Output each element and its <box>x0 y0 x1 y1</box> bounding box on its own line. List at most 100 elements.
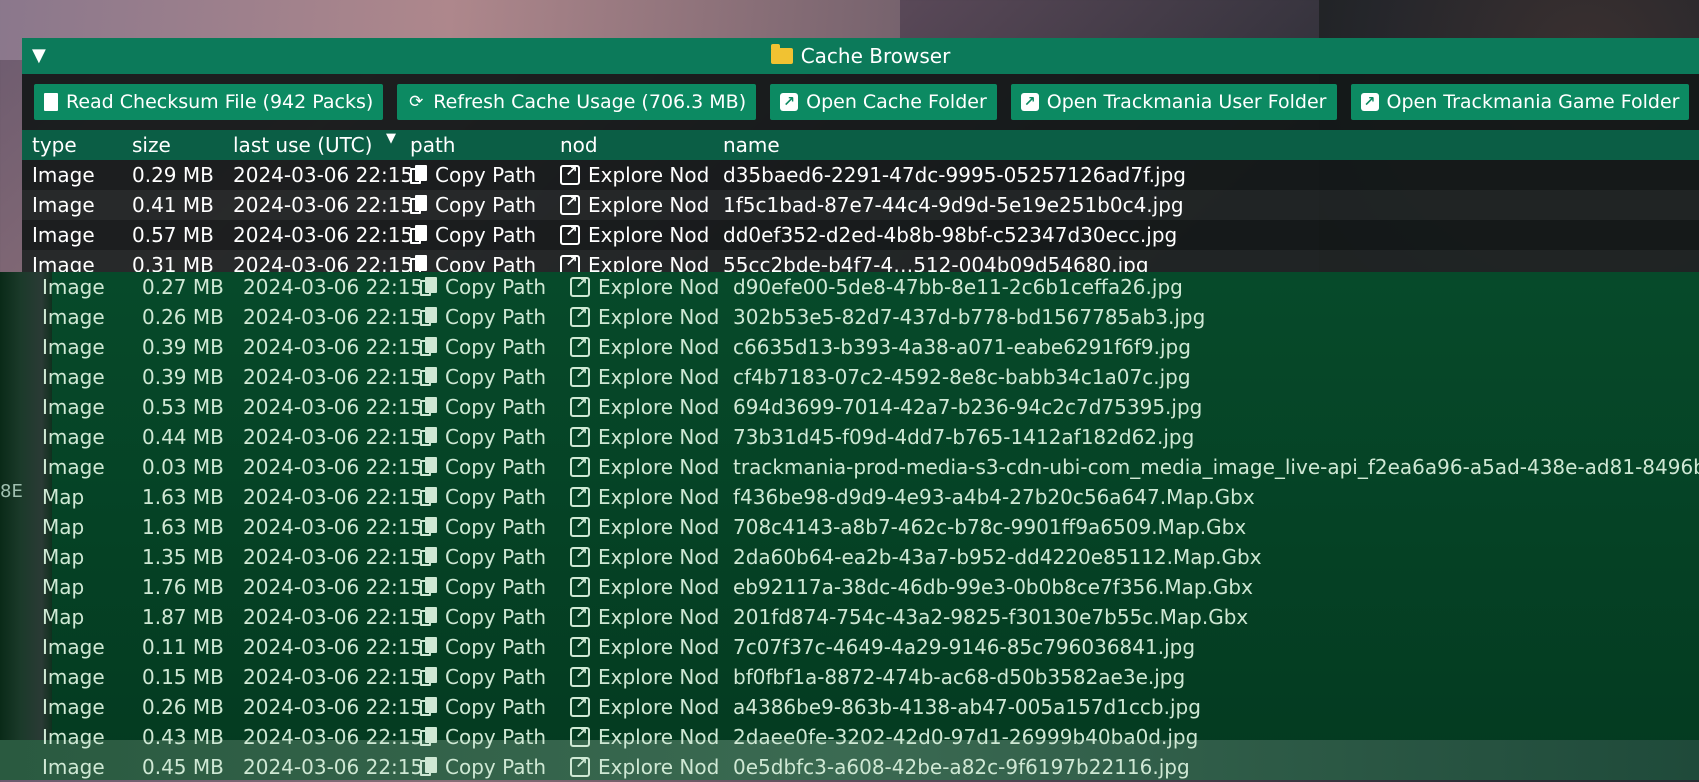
copy-path-button[interactable]: Copy Path <box>420 275 546 299</box>
explore-nod-button[interactable]: Explore Nod <box>570 304 720 329</box>
explore-nod-button[interactable]: Explore Nod <box>560 222 710 247</box>
cell-last-use: 2024-03-06 22:15 <box>243 635 424 659</box>
copy-icon <box>420 607 437 627</box>
external-link-icon <box>570 484 590 507</box>
copy-path-button[interactable]: Copy Path <box>410 163 536 187</box>
copy-path-button[interactable]: Copy Path <box>410 223 536 247</box>
explore-nod-button[interactable]: Explore Nod <box>570 664 720 689</box>
cell-name: trackmania-prod-media-s3-cdn-ubi-com_med… <box>733 455 1699 479</box>
copy-path-button[interactable]: Copy Path <box>420 665 546 689</box>
copy-path-button[interactable]: Copy Path <box>420 635 546 659</box>
explore-nod-label: Explore Nod <box>598 305 720 329</box>
copy-path-button[interactable]: Copy Path <box>420 395 546 419</box>
explore-nod-label: Explore Nod <box>598 605 720 629</box>
column-header-last-use[interactable]: last use (UTC) <box>233 133 372 157</box>
copy-path-button[interactable]: Copy Path <box>420 455 546 479</box>
cell-last-use: 2024-03-06 22:15 <box>243 395 424 419</box>
explore-nod-button[interactable]: Explore Nod <box>570 544 719 569</box>
explore-nod-button[interactable]: Explore Nod <box>570 754 719 779</box>
cell-type: Image <box>42 395 105 419</box>
external-link-icon <box>570 754 590 777</box>
table-row: Image 0.26 MB 2024-03-06 22:15 Copy Path Exp… <box>32 692 1699 722</box>
copy-path-button[interactable]: Copy Path <box>420 755 546 779</box>
cell-type: Image <box>42 695 105 719</box>
toolbar: Read Checksum File (942 Packs) ⟳ Refresh… <box>22 74 1699 126</box>
cell-type: Image <box>32 193 95 217</box>
read-checksum-button[interactable]: Read Checksum File (942 Packs) <box>34 84 384 120</box>
copy-icon <box>420 547 437 567</box>
table-row: Image 0.29 MB 2024-03-06 22:15 Copy Path Exp… <box>22 160 1699 190</box>
copy-path-button[interactable]: Copy Path <box>420 335 546 359</box>
explore-nod-button[interactable]: Explore Nod <box>570 694 719 719</box>
explore-nod-label: Explore Nod <box>598 665 720 689</box>
explore-nod-button[interactable]: Explore Nod <box>560 192 710 217</box>
explore-nod-button[interactable]: Explore Nod <box>560 162 710 187</box>
folder-icon <box>770 44 793 64</box>
open-user-folder-button[interactable]: ↗ Open Trackmania User Folder <box>1010 84 1337 120</box>
copy-icon <box>420 397 437 417</box>
copy-path-button[interactable]: Copy Path <box>420 725 546 749</box>
explore-nod-label: Explore Nod <box>588 223 710 247</box>
explore-nod-button[interactable]: Explore Nod <box>570 364 720 389</box>
open-cache-folder-button[interactable]: ↗ Open Cache Folder <box>770 84 997 120</box>
cell-last-use: 2024-03-06 22:15 <box>243 695 424 719</box>
cell-size: 1.63 MB <box>142 485 224 509</box>
external-link-icon <box>570 394 590 417</box>
copy-path-button[interactable]: Copy Path <box>420 425 546 449</box>
explore-nod-label: Explore Nod <box>588 163 710 187</box>
column-header-nod[interactable]: nod <box>560 133 598 157</box>
explore-nod-button[interactable]: Explore Nod <box>570 574 719 599</box>
copy-path-button[interactable]: Copy Path <box>420 515 546 539</box>
column-header-type[interactable]: type <box>32 133 77 157</box>
copy-path-button[interactable]: Copy Path <box>420 695 546 719</box>
copy-path-button[interactable]: Copy Path <box>420 365 546 389</box>
cell-last-use: 2024-03-06 22:15 <box>243 335 424 359</box>
sort-arrow-icon[interactable]: ▼ <box>386 131 396 146</box>
column-header-path[interactable]: path <box>410 133 455 157</box>
cell-name: a4386be9-863b-4138-ab47-005a157d1ccb.jpg <box>733 695 1201 719</box>
copy-path-button[interactable]: Copy Path <box>420 605 546 629</box>
cell-size: 0.03 MB <box>142 455 224 479</box>
explore-nod-button[interactable]: Explore Nod <box>570 424 719 449</box>
column-header-name[interactable]: name <box>723 133 780 157</box>
explore-nod-button[interactable]: Explore Nod <box>570 454 719 479</box>
collapse-triangle-icon[interactable]: ▼ <box>32 45 46 66</box>
explore-nod-button[interactable]: Explore Nod <box>570 634 719 659</box>
explore-nod-button[interactable]: Explore Nod <box>570 514 719 539</box>
cell-last-use: 2024-03-06 22:15 <box>243 515 424 539</box>
copy-path-button[interactable]: Copy Path <box>420 545 546 569</box>
copy-path-label: Copy Path <box>445 335 547 359</box>
explore-nod-label: Explore Nod <box>598 365 720 389</box>
copy-path-button[interactable]: Copy Path <box>420 485 546 509</box>
cell-type: Map <box>42 515 85 539</box>
external-link-icon <box>570 304 590 327</box>
window-titlebar[interactable]: ▼ Cache Browser <box>22 38 1699 74</box>
explore-nod-button[interactable]: Explore Nod <box>570 334 719 359</box>
explore-nod-button[interactable]: Explore Nod <box>570 604 720 629</box>
explore-nod-button[interactable]: Explore Nod <box>570 724 719 749</box>
cell-name: eb92117a-38dc-46db-99e3-0b0b8ce7f356.Map… <box>733 575 1253 599</box>
cell-name: 0e5dbfc3-a608-42be-a82c-9f6197b22116.jpg <box>733 755 1190 779</box>
copy-path-button[interactable]: Copy Path <box>420 305 546 329</box>
cell-type: Map <box>42 575 85 599</box>
copy-path-button[interactable]: Copy Path <box>410 193 536 217</box>
cell-type: Image <box>32 223 95 247</box>
explore-nod-button[interactable]: Explore Nod <box>570 484 719 509</box>
explore-nod-button[interactable]: Explore Nod <box>570 394 719 419</box>
table-row: Map 1.76 MB 2024-03-06 22:15 Copy Path Explo… <box>32 572 1699 602</box>
explore-nod-label: Explore Nod <box>588 193 710 217</box>
column-header-size[interactable]: size <box>132 133 171 157</box>
cell-type: Image <box>42 305 105 329</box>
refresh-cache-button[interactable]: ⟳ Refresh Cache Usage (706.3 MB) <box>397 84 757 120</box>
copy-path-button[interactable]: Copy Path <box>420 575 546 599</box>
open-game-folder-button[interactable]: ↗ Open Trackmania Game Folder <box>1350 84 1690 120</box>
copy-icon <box>410 225 427 245</box>
cell-type: Image <box>42 425 105 449</box>
copy-path-label: Copy Path <box>445 305 547 329</box>
cell-type: Image <box>42 335 105 359</box>
explore-nod-button[interactable]: Explore Nod <box>570 274 719 299</box>
table-row: Map 1.63 MB 2024-03-06 22:15 Copy Path Explo… <box>32 482 1699 512</box>
copy-path-label: Copy Path <box>445 695 547 719</box>
read-checksum-label: Read Checksum File (942 Packs) <box>66 91 374 113</box>
copy-path-label: Copy Path <box>445 605 547 629</box>
